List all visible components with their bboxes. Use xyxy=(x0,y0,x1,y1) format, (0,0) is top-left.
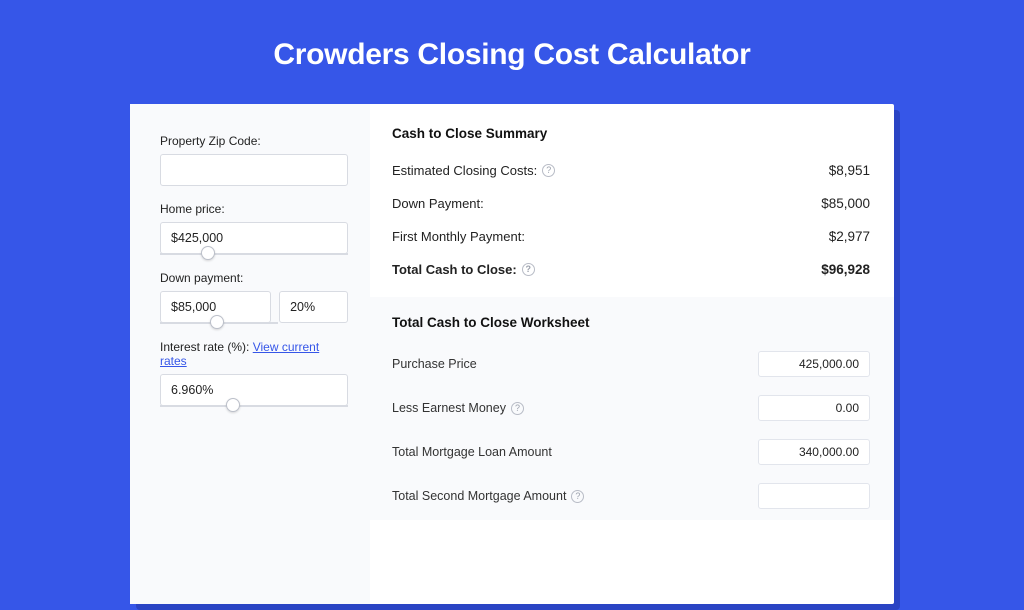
down-payment-slider[interactable] xyxy=(160,322,278,324)
interest-rate-label-text: Interest rate (%): xyxy=(160,340,249,354)
worksheet-label: Purchase Price xyxy=(392,357,477,371)
calculator-card: Property Zip Code: Home price: Down paym… xyxy=(130,104,894,604)
summary-value: $2,977 xyxy=(829,229,870,244)
slider-thumb[interactable] xyxy=(226,398,240,412)
slider-thumb[interactable] xyxy=(210,315,224,329)
home-price-input[interactable] xyxy=(160,222,348,254)
inputs-panel: Property Zip Code: Home price: Down paym… xyxy=(130,104,370,604)
summary-row-first-monthly: First Monthly Payment: $2,977 xyxy=(392,221,870,254)
interest-rate-input[interactable] xyxy=(160,374,348,406)
home-price-label: Home price: xyxy=(160,202,348,216)
summary-title: Cash to Close Summary xyxy=(392,126,870,141)
summary-value: $8,951 xyxy=(829,163,870,178)
mortgage-loan-input[interactable] xyxy=(758,439,870,465)
help-icon[interactable]: ? xyxy=(511,402,524,415)
summary-row-estimated-costs: Estimated Closing Costs: ? $8,951 xyxy=(392,155,870,188)
help-icon[interactable]: ? xyxy=(571,490,584,503)
slider-thumb[interactable] xyxy=(201,246,215,260)
summary-value: $96,928 xyxy=(821,262,870,277)
summary-label: Total Cash to Close: xyxy=(392,262,517,277)
worksheet-panel: Total Cash to Close Worksheet Purchase P… xyxy=(370,297,894,520)
worksheet-row-second-mortgage: Total Second Mortgage Amount ? xyxy=(392,476,870,520)
zip-input[interactable] xyxy=(160,154,348,186)
card: Property Zip Code: Home price: Down paym… xyxy=(130,104,894,604)
help-icon[interactable]: ? xyxy=(522,263,535,276)
home-price-field: Home price: xyxy=(160,202,348,255)
earnest-money-input[interactable] xyxy=(758,395,870,421)
worksheet-label: Less Earnest Money xyxy=(392,401,506,415)
purchase-price-input[interactable] xyxy=(758,351,870,377)
zip-field: Property Zip Code: xyxy=(160,134,348,186)
worksheet-title: Total Cash to Close Worksheet xyxy=(392,315,870,330)
help-icon[interactable]: ? xyxy=(542,164,555,177)
home-price-slider[interactable] xyxy=(160,253,348,255)
summary-label: First Monthly Payment: xyxy=(392,229,525,244)
interest-rate-slider[interactable] xyxy=(160,405,348,407)
worksheet-row-earnest-money: Less Earnest Money ? xyxy=(392,388,870,432)
interest-rate-label: Interest rate (%): View current rates xyxy=(160,340,348,368)
zip-label: Property Zip Code: xyxy=(160,134,348,148)
page-title: Crowders Closing Cost Calculator xyxy=(0,0,1024,98)
summary-label: Estimated Closing Costs: xyxy=(392,163,537,178)
worksheet-row-purchase-price: Purchase Price xyxy=(392,344,870,388)
down-payment-label: Down payment: xyxy=(160,271,348,285)
worksheet-label: Total Mortgage Loan Amount xyxy=(392,445,552,459)
summary-value: $85,000 xyxy=(821,196,870,211)
second-mortgage-input[interactable] xyxy=(758,483,870,509)
down-payment-pct-input[interactable] xyxy=(279,291,348,323)
summary-row-total: Total Cash to Close: ? $96,928 xyxy=(392,254,870,287)
results-panel: Cash to Close Summary Estimated Closing … xyxy=(370,104,894,604)
down-payment-field: Down payment: xyxy=(160,271,348,324)
interest-rate-field: Interest rate (%): View current rates xyxy=(160,340,348,407)
summary-row-down-payment: Down Payment: $85,000 xyxy=(392,188,870,221)
worksheet-row-mortgage-loan: Total Mortgage Loan Amount xyxy=(392,432,870,476)
summary-label: Down Payment: xyxy=(392,196,484,211)
worksheet-label: Total Second Mortgage Amount xyxy=(392,489,566,503)
